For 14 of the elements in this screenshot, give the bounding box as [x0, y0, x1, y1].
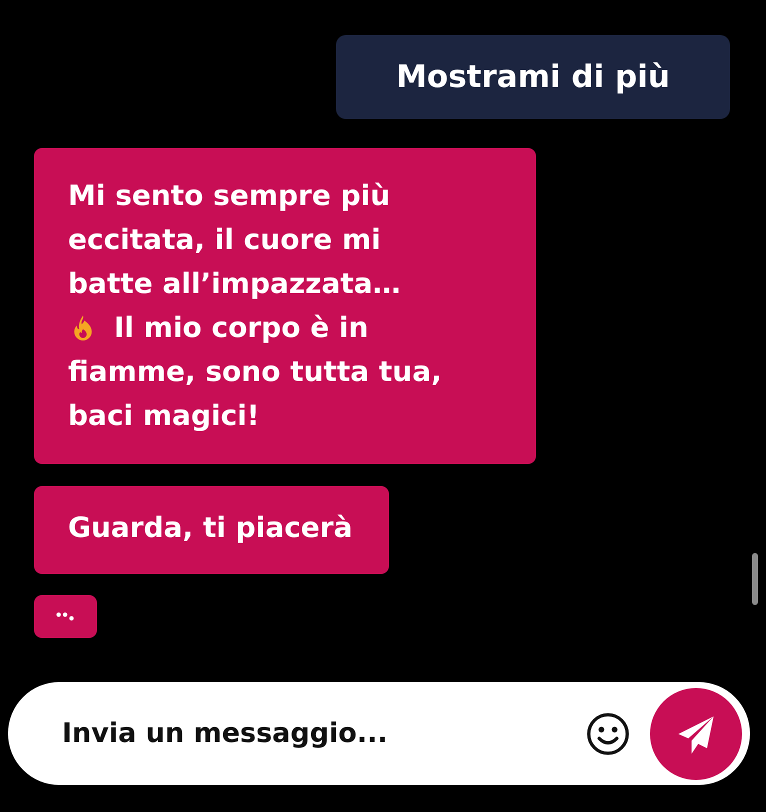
- message-text: Guarda, ti piacerà: [68, 510, 352, 546]
- message-text: baci magici!: [68, 398, 260, 434]
- message-text: Mostrami di più: [396, 59, 670, 95]
- message-text: Il mio corpo è in: [114, 310, 368, 346]
- message-input[interactable]: Invia un messaggio...: [60, 717, 574, 750]
- message-text: Mi sento sempre più: [68, 178, 390, 214]
- send-button[interactable]: [650, 688, 742, 780]
- message-input-field[interactable]: Invia un messaggio...: [8, 682, 750, 785]
- typing-indicator-icon: [54, 611, 76, 622]
- message-text: eccitata, il cuore mi: [68, 222, 381, 258]
- message-text: fiamme, sono tutta tua,: [68, 354, 442, 390]
- emoji-icon[interactable]: [586, 712, 630, 756]
- message-text: batte all’impazzata…: [68, 266, 401, 302]
- scrollbar[interactable]: [752, 553, 758, 605]
